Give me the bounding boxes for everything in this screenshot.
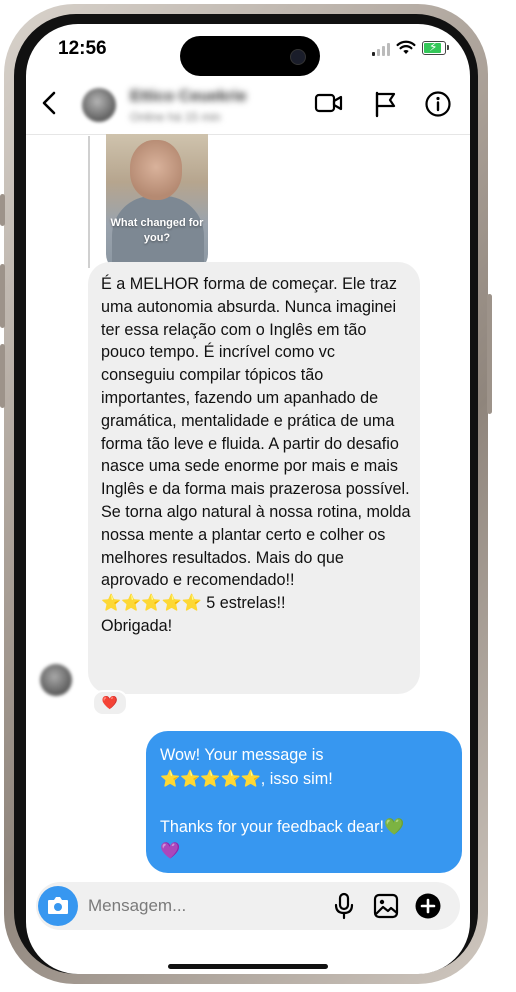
home-indicator[interactable] <box>168 964 328 969</box>
wifi-icon <box>396 40 416 54</box>
phone-frame: 12:56 ⚡ Ettico Ceuekrie Online há 15 min… <box>0 4 492 984</box>
microphone-icon[interactable] <box>332 892 356 920</box>
battery-icon: ⚡ <box>422 40 446 55</box>
silent-switch <box>0 194 5 226</box>
story-caption: What changed for you? <box>110 217 204 244</box>
volume-up-button <box>0 264 5 328</box>
outgoing-message-bubble[interactable]: Wow! Your message is ⭐⭐⭐⭐⭐, isso sim! Th… <box>146 731 462 873</box>
contact-avatar[interactable] <box>82 88 116 122</box>
dynamic-island <box>180 36 320 76</box>
outgoing-message-text: Wow! Your message is ⭐⭐⭐⭐⭐, isso sim! Th… <box>160 746 405 860</box>
plus-icon[interactable] <box>414 892 442 920</box>
status-bar: 12:56 ⚡ <box>26 24 470 76</box>
flag-icon[interactable] <box>372 90 398 118</box>
back-chevron-icon[interactable] <box>38 88 62 118</box>
contact-name[interactable]: Ettico Ceuekrie <box>130 88 246 106</box>
message-input[interactable]: Mensagem... <box>88 896 186 916</box>
chat-header: Ettico Ceuekrie Online há 15 min <box>26 80 470 135</box>
camera-button[interactable] <box>38 886 78 926</box>
signal-icon <box>372 42 390 56</box>
story-person-face <box>130 140 182 200</box>
battery-tip <box>447 45 449 50</box>
gallery-icon[interactable] <box>372 892 400 920</box>
status-time: 12:56 <box>58 38 107 59</box>
incoming-message-text: É a MELHOR forma de começar. Ele traz um… <box>101 275 411 635</box>
info-icon[interactable] <box>424 90 452 118</box>
heart-reaction[interactable]: ❤️ <box>92 690 128 716</box>
incoming-message-bubble[interactable]: É a MELHOR forma de começar. Ele traz um… <box>88 262 420 694</box>
camera-icon <box>48 897 68 914</box>
screen: 12:56 ⚡ Ettico Ceuekrie Online há 15 min… <box>26 24 470 974</box>
power-button <box>487 294 492 414</box>
story-reply-line <box>88 136 90 268</box>
front-camera <box>290 49 306 65</box>
sender-avatar[interactable] <box>40 664 72 696</box>
contact-status: Online há 15 min <box>130 110 221 124</box>
story-thumbnail[interactable]: What changed for you? <box>106 134 208 272</box>
video-call-icon[interactable] <box>314 90 344 116</box>
message-composer[interactable]: Mensagem... <box>36 882 460 930</box>
volume-down-button <box>0 344 5 408</box>
